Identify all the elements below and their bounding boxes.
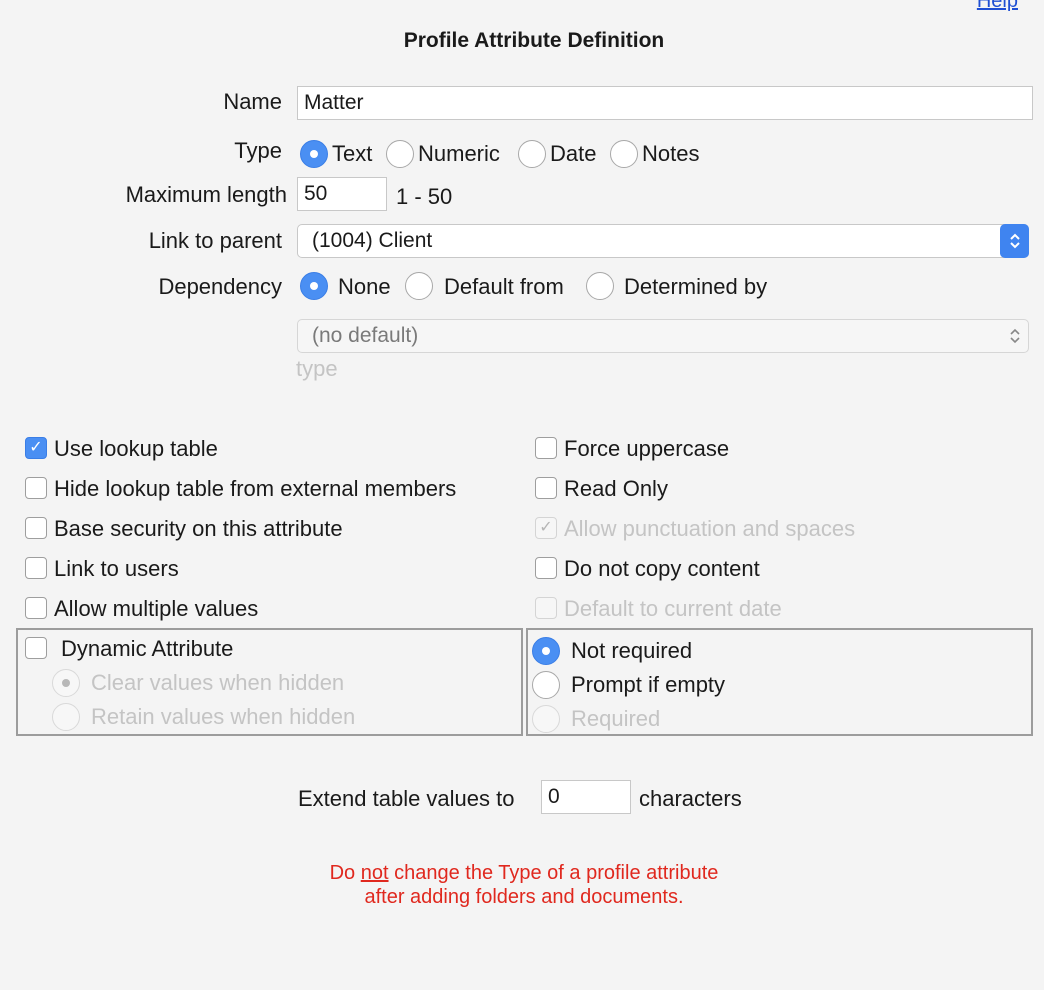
type-notes-label[interactable]: Notes <box>642 141 699 167</box>
type-numeric-label[interactable]: Numeric <box>418 141 500 167</box>
extend-characters-input[interactable] <box>541 780 631 814</box>
dependency-determined-label[interactable]: Determined by <box>624 274 767 300</box>
dependency-default-radio[interactable] <box>405 272 433 300</box>
do-not-copy-checkbox[interactable] <box>535 557 557 579</box>
type-notes-radio[interactable] <box>610 140 638 168</box>
dynamic-attribute-label[interactable]: Dynamic Attribute <box>61 636 233 662</box>
not-required-label[interactable]: Not required <box>571 638 692 664</box>
type-numeric-radio[interactable] <box>386 140 414 168</box>
base-security-label[interactable]: Base security on this attribute <box>54 516 343 542</box>
warning-line-2: after adding folders and documents. <box>364 886 684 908</box>
force-uppercase-label[interactable]: Force uppercase <box>564 436 729 462</box>
allow-punctuation-label: Allow punctuation and spaces <box>564 516 856 541</box>
link-to-users-checkbox[interactable] <box>25 557 47 579</box>
parent-select-value: (1004) Client <box>312 229 433 252</box>
prompt-if-empty-radio[interactable] <box>532 671 560 699</box>
not-required-radio[interactable] <box>532 637 560 665</box>
force-uppercase-checkbox[interactable] <box>535 437 557 459</box>
maxlen-input[interactable] <box>297 177 387 211</box>
clear-values-label: Clear values when hidden <box>91 670 345 695</box>
type-date-radio[interactable] <box>518 140 546 168</box>
use-lookup-table-checkbox[interactable]: ✓ <box>25 437 47 459</box>
chevron-updown-icon <box>1000 224 1029 258</box>
type-text-label[interactable]: Text <box>332 141 372 167</box>
extend-suffix-label: characters <box>639 786 742 811</box>
default-current-date-label: Default to current date <box>564 596 782 621</box>
prompt-if-empty-label[interactable]: Prompt if empty <box>571 672 725 698</box>
name-input[interactable] <box>297 86 1033 120</box>
do-not-copy-label[interactable]: Do not copy content <box>564 556 760 582</box>
read-only-checkbox[interactable] <box>535 477 557 499</box>
name-label: Name <box>223 89 282 114</box>
dependency-default-label[interactable]: Default from <box>444 274 564 300</box>
allow-multiple-values-label[interactable]: Allow multiple values <box>54 596 258 622</box>
hide-lookup-table-checkbox[interactable] <box>25 477 47 499</box>
clear-values-radio <box>52 669 80 697</box>
warning-text-start: Do <box>329 862 361 884</box>
hide-lookup-table-label[interactable]: Hide lookup table from external members <box>54 476 456 502</box>
type-text-radio[interactable] <box>300 140 328 168</box>
default-current-date-checkbox <box>535 597 557 619</box>
type-date-label[interactable]: Date <box>550 141 596 167</box>
parent-select[interactable]: (1004) Client <box>297 224 1029 258</box>
warning-emphasis: not <box>360 862 389 884</box>
default-type-caption: type <box>296 356 338 381</box>
retain-values-label: Retain values when hidden <box>91 704 356 729</box>
type-change-warning: Do not change the Type of a profile attr… <box>0 861 1044 909</box>
allow-punctuation-checkbox: ✓ <box>535 517 557 539</box>
required-radio <box>532 705 560 733</box>
maxlen-label: Maximum length <box>125 182 287 207</box>
dialog-title: Profile Attribute Definition <box>403 29 665 52</box>
help-link[interactable]: Help <box>977 0 1018 13</box>
default-value-select-text: (no default) <box>312 324 419 347</box>
read-only-label[interactable]: Read Only <box>564 476 668 502</box>
type-label: Type <box>234 138 282 163</box>
retain-values-radio <box>52 703 80 731</box>
link-to-users-label[interactable]: Link to users <box>54 556 179 582</box>
dependency-determined-radio[interactable] <box>586 272 614 300</box>
dynamic-attribute-checkbox[interactable] <box>25 637 47 659</box>
default-value-select: (no default) <box>297 319 1029 353</box>
maxlen-range: 1 - 50 <box>396 184 453 209</box>
base-security-checkbox[interactable] <box>25 517 47 539</box>
extend-prefix-label: Extend table values to <box>298 786 515 811</box>
dependency-none-label[interactable]: None <box>338 274 391 300</box>
allow-multiple-values-checkbox[interactable] <box>25 597 47 619</box>
required-label: Required <box>571 706 661 731</box>
dependency-none-radio[interactable] <box>300 272 328 300</box>
warning-text-end: change the Type of a profile attribute <box>388 862 719 884</box>
chevron-updown-icon <box>1000 319 1029 353</box>
use-lookup-table-label[interactable]: Use lookup table <box>54 436 218 462</box>
dependency-label: Dependency <box>158 274 282 299</box>
parent-label: Link to parent <box>148 228 282 253</box>
